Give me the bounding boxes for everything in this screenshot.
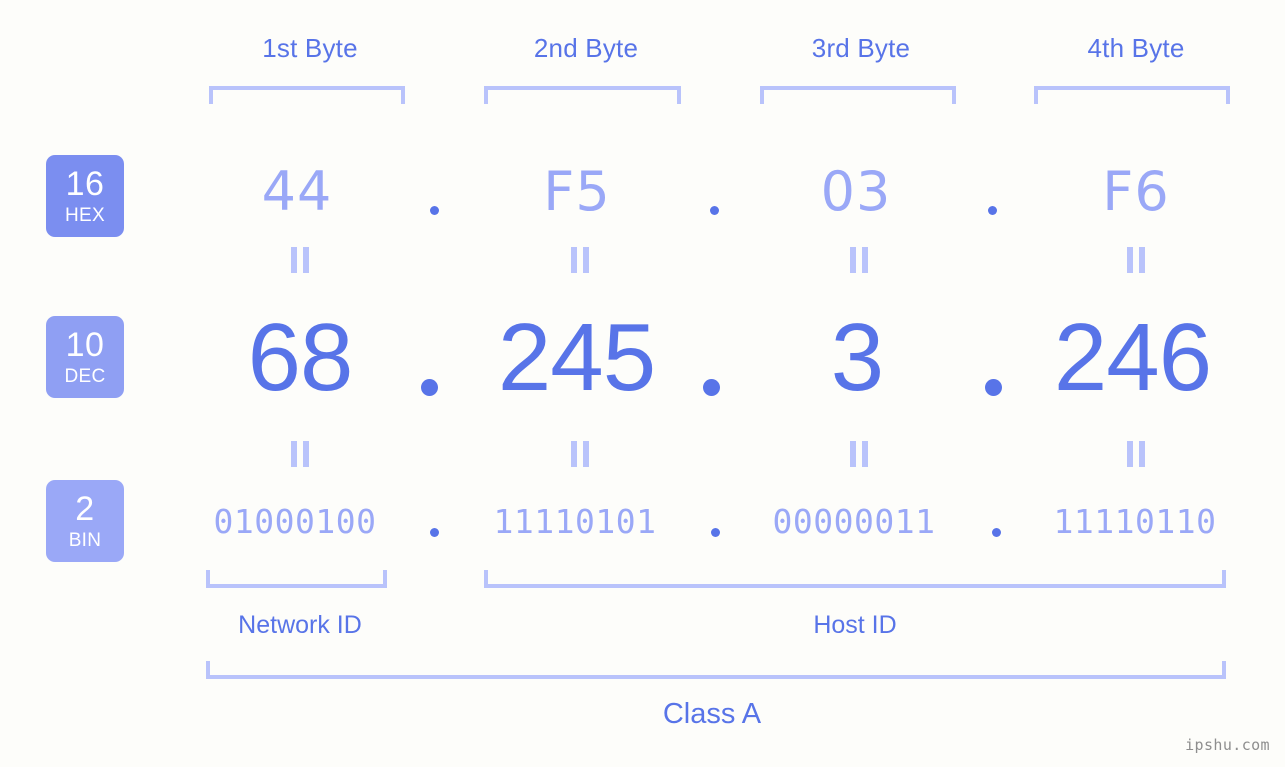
equals-mark-hex-dec-4 xyxy=(1125,247,1147,273)
bin-value-3: 00000011 xyxy=(772,502,936,541)
byte-bracket-3 xyxy=(760,86,956,104)
bin-value-4: 11110110 xyxy=(1053,502,1217,541)
byte-bracket-4 xyxy=(1034,86,1230,104)
base-badge-dec-name: DEC xyxy=(64,366,106,387)
bin-separator-dot-2 xyxy=(711,528,720,537)
dec-value-1: 68 xyxy=(247,304,354,411)
base-badge-dec-number: 10 xyxy=(65,326,105,364)
equals-mark-hex-dec-2 xyxy=(569,247,591,273)
bin-value-2: 11110101 xyxy=(493,502,657,541)
class-bracket xyxy=(206,661,1226,679)
hex-separator-dot-2 xyxy=(710,206,719,215)
byte-header-4: 4th Byte xyxy=(1087,33,1185,63)
base-badge-hex: 16 HEX xyxy=(46,155,124,237)
network-id-label: Network ID xyxy=(238,611,362,639)
byte-bracket-1 xyxy=(209,86,405,104)
hex-separator-dot-1 xyxy=(430,206,439,215)
dec-value-2: 245 xyxy=(497,304,656,411)
host-id-bracket xyxy=(484,570,1226,588)
bin-value-1: 01000100 xyxy=(213,502,377,541)
bin-separator-dot-1 xyxy=(430,528,439,537)
base-badge-bin-name: BIN xyxy=(68,530,102,551)
byte-header-1: 1st Byte xyxy=(262,33,358,63)
byte-bracket-2 xyxy=(484,86,681,104)
class-label: Class A xyxy=(662,698,762,730)
dec-separator-dot-2 xyxy=(703,379,720,396)
bin-separator-dot-3 xyxy=(992,528,1001,537)
hex-value-3: 03 xyxy=(820,160,892,223)
equals-mark-dec-bin-1 xyxy=(289,441,311,467)
equals-mark-hex-dec-1 xyxy=(289,247,311,273)
equals-mark-dec-bin-3 xyxy=(848,441,870,467)
network-id-bracket xyxy=(206,570,387,588)
base-badge-bin-number: 2 xyxy=(75,490,95,528)
dec-value-4: 246 xyxy=(1053,304,1212,411)
base-badge-hex-name: HEX xyxy=(65,205,105,226)
hex-value-2: F5 xyxy=(543,160,611,223)
dec-value-3: 3 xyxy=(830,304,884,411)
dec-separator-dot-3 xyxy=(985,379,1002,396)
host-id-label: Host ID xyxy=(813,611,897,639)
byte-header-3: 3rd Byte xyxy=(811,33,911,63)
equals-mark-dec-bin-4 xyxy=(1125,441,1147,467)
byte-header-2: 2nd Byte xyxy=(533,33,639,63)
base-badge-dec: 10 DEC xyxy=(46,316,124,398)
hex-separator-dot-3 xyxy=(988,206,997,215)
hex-value-4: F6 xyxy=(1102,160,1170,223)
equals-mark-hex-dec-3 xyxy=(848,247,870,273)
watermark: ipshu.com xyxy=(1185,736,1270,754)
base-badge-bin: 2 BIN xyxy=(46,480,124,562)
dec-separator-dot-1 xyxy=(421,379,438,396)
base-badge-hex-number: 16 xyxy=(65,165,105,203)
ip-breakdown-diagram: 1st Byte 2nd Byte 3rd Byte 4th Byte 16 H… xyxy=(0,0,1285,767)
equals-mark-dec-bin-2 xyxy=(569,441,591,467)
hex-value-1: 44 xyxy=(261,160,333,223)
